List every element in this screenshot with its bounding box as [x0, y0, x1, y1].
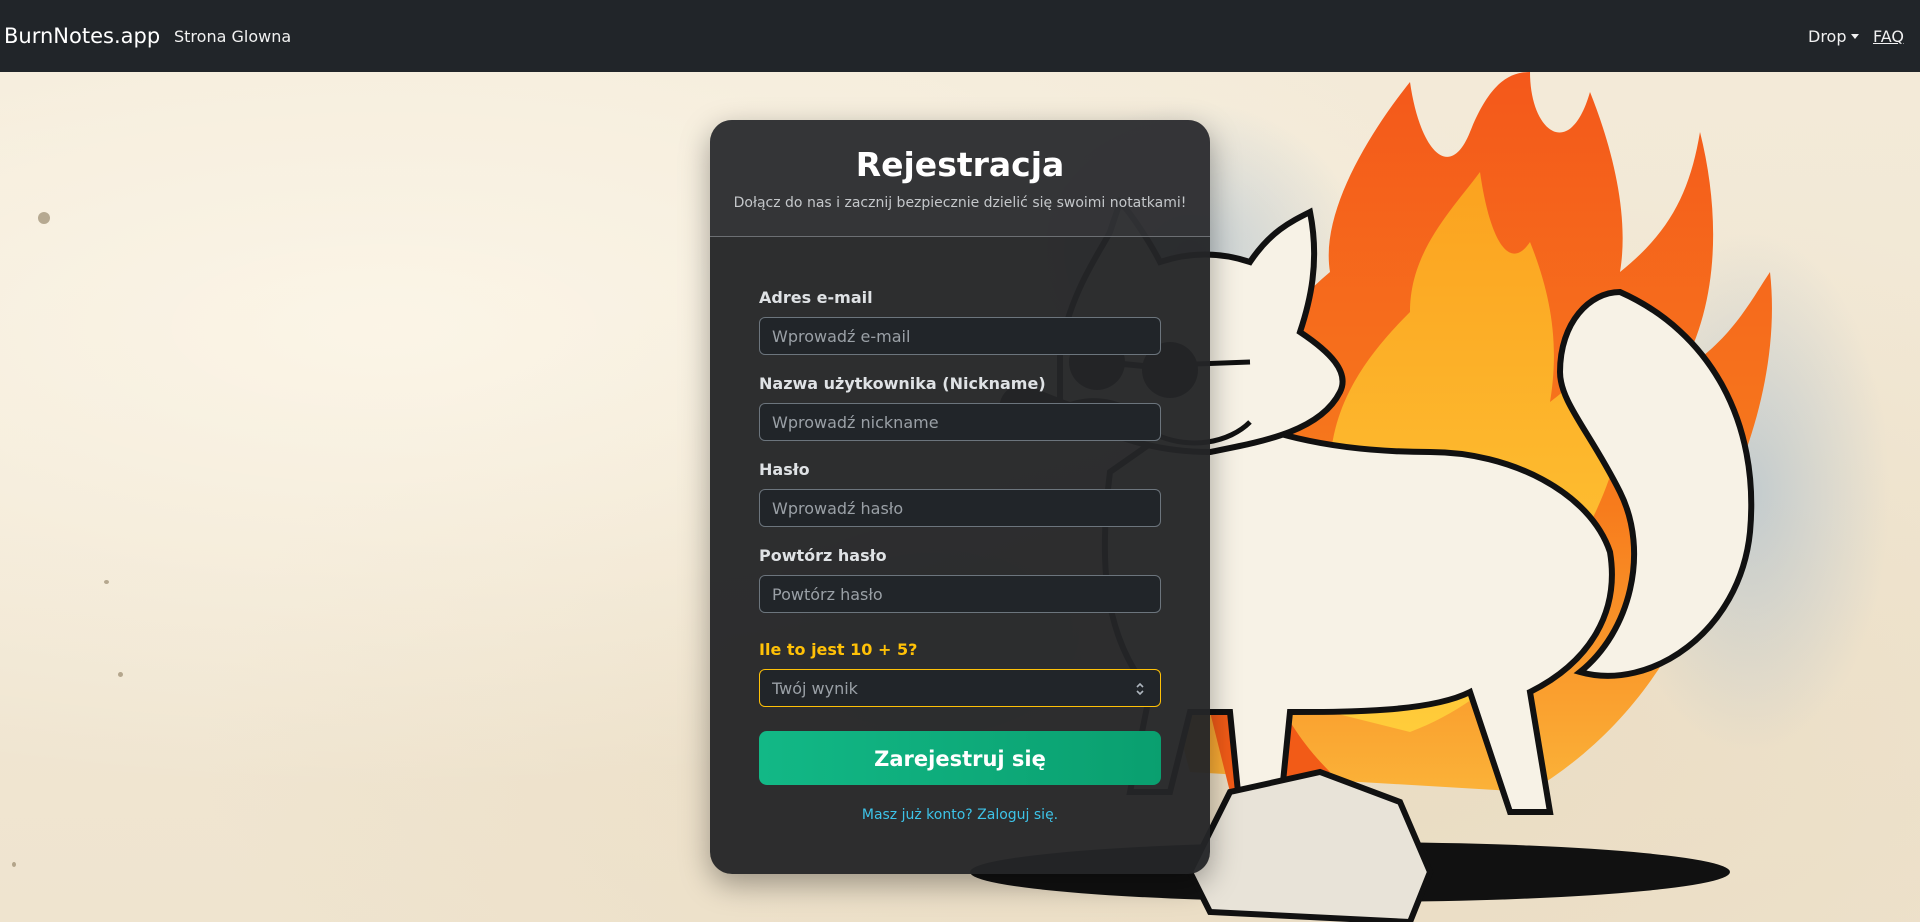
nickname-field[interactable] — [759, 403, 1161, 441]
spinner-arrows-icon[interactable] — [1134, 680, 1146, 698]
card-header: Rejestracja Dołącz do nas i zacznij bezp… — [710, 120, 1210, 237]
brand-link[interactable]: BurnNotes.app — [4, 22, 160, 50]
rock — [1186, 768, 1434, 922]
captcha-input[interactable] — [759, 669, 1161, 707]
paper-speck — [12, 862, 16, 867]
register-button[interactable]: Zarejestruj się — [759, 731, 1161, 785]
nav-home-link[interactable]: Strona Glowna — [174, 26, 291, 48]
nav-faq-link[interactable]: FAQ — [1873, 26, 1904, 48]
password-field[interactable] — [759, 489, 1161, 527]
caret-down-icon — [1850, 34, 1859, 39]
repeat-password-field[interactable] — [759, 575, 1161, 613]
captcha-label: Ile to jest 10 + 5? — [759, 640, 918, 659]
password-label: Hasło — [759, 460, 810, 479]
nickname-label: Nazwa użytkownika (Nickname) — [759, 374, 1046, 393]
top-navbar: BurnNotes.app Strona Glowna Drop FAQ — [0, 0, 1920, 72]
nav-drop-label: Drop — [1808, 27, 1847, 46]
page-title: Rejestracja — [855, 145, 1065, 184]
card-subtitle: Dołącz do nas i zacznij bezpiecznie dzie… — [733, 195, 1187, 211]
repeat-password-label: Powtórz hasło — [759, 546, 887, 565]
paper-speck — [104, 580, 109, 584]
paper-speck — [38, 212, 50, 224]
email-field[interactable] — [759, 317, 1161, 355]
nav-drop-dropdown[interactable]: Drop — [1808, 26, 1859, 48]
login-link[interactable]: Masz już konto? Zaloguj się. — [710, 806, 1210, 824]
paper-speck — [118, 672, 123, 677]
email-label: Adres e-mail — [759, 288, 873, 307]
registration-card: Rejestracja Dołącz do nas i zacznij bezp… — [710, 120, 1210, 874]
